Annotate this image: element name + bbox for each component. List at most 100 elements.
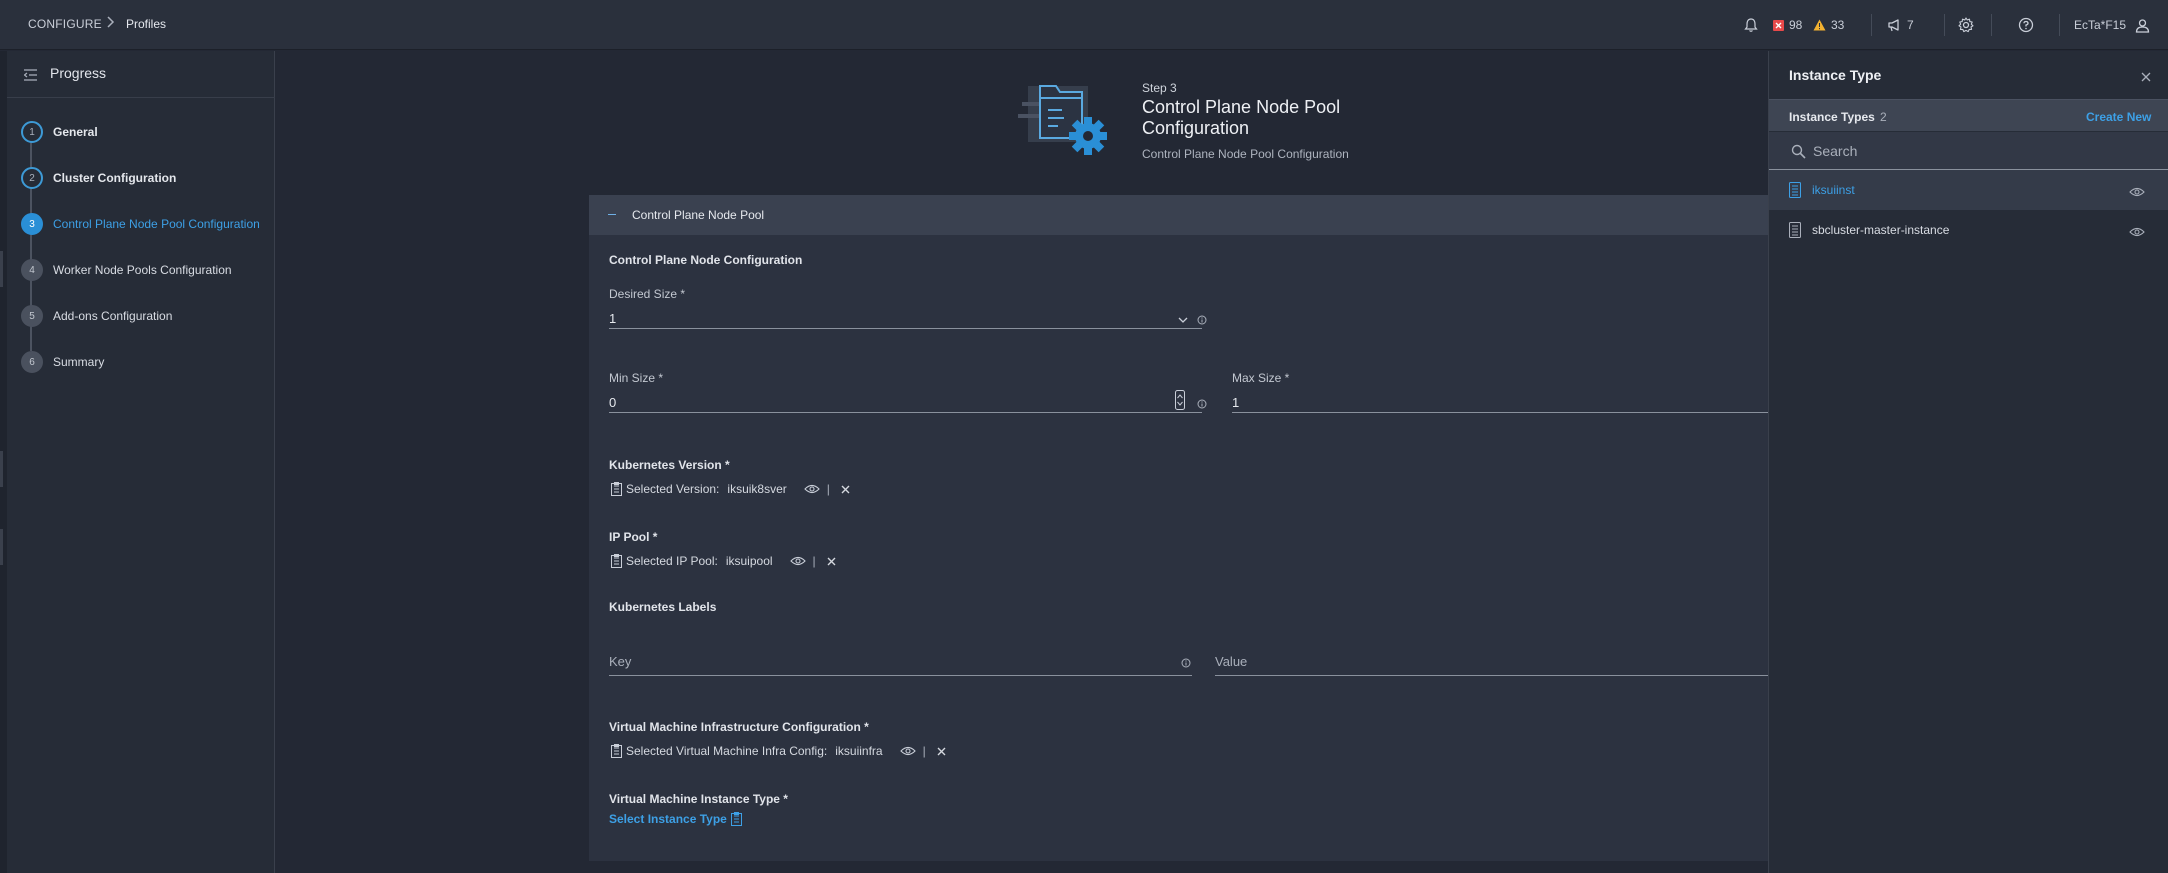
view-eye-icon[interactable] [803,484,820,494]
selected-ip-pool-prefix: Selected IP Pool: [626,554,718,568]
step-label: General [53,125,98,139]
left-edge-strip [0,51,7,873]
warning-count: 33 [1831,18,1845,32]
info-icon[interactable] [1197,312,1207,330]
divider: | [826,482,830,496]
instance-types-title: Instance Types [1789,110,1875,124]
ip-pool-label: IP Pool * [609,530,658,544]
page-subtitle: Control Plane Node Pool Configuration [1142,147,1349,161]
select-instance-type-link[interactable]: Select Instance Type [609,812,742,826]
clipboard-icon [611,482,622,496]
vm-infra-label: Virtual Machine Infrastructure Configura… [609,720,869,734]
step-label: Control Plane Node Pool Configuration [53,217,260,231]
collapse-icon[interactable] [608,214,616,215]
instance-item[interactable]: iksuiinst [1769,170,2168,210]
step-number: 6 [21,351,43,373]
selected-version-prefix: Selected Version: [626,482,720,496]
instance-type-panel: Instance Type Instance Types 2 Create Ne… [1768,51,2168,873]
step-number: 3 [21,213,43,235]
critical-count: 98 [1789,18,1803,32]
announcement-count: 7 [1907,18,1914,32]
announcements[interactable]: 7 [1887,15,1914,35]
step-number: 4 [21,259,43,281]
step-label: Worker Node Pools Configuration [53,263,232,277]
key-placeholder: Key [609,654,632,669]
info-icon[interactable] [1197,396,1207,414]
step-label: Add-ons Configuration [53,309,173,323]
ip-pool-selection: Selected IP Pool: iksuipool | [611,553,836,569]
remove-x-icon[interactable] [827,557,836,566]
instance-item[interactable]: sbcluster-master-instance [1769,210,2168,250]
desired-size-value: 1 [609,311,617,326]
warning-icon [1813,19,1826,31]
info-icon[interactable] [1181,655,1191,673]
user-name: EcTa*F15 [2074,18,2127,32]
panel-title: Instance Type [1789,67,1882,83]
progress-title: Progress [50,65,107,81]
remove-x-icon[interactable] [937,747,946,756]
critical-alarms[interactable]: 98 [1773,15,1802,35]
view-eye-icon[interactable] [2129,224,2145,242]
settings-gear-icon[interactable] [1958,15,1974,35]
selected-infra-value: iksuiinfra [835,744,883,758]
collapse-menu-icon[interactable] [23,68,38,86]
chevron-right-icon [105,15,115,32]
clipboard-icon [730,812,742,826]
user-icon [2135,18,2150,33]
clipboard-icon [611,744,622,758]
divider: | [922,744,926,758]
instance-types-count: 2 [1880,110,1887,124]
selected-version-value: iksuik8sver [727,482,787,496]
critical-icon [1773,19,1784,31]
top-bar: CONFIGURE Profiles 98 33 7 EcTa*F15 [0,0,2168,50]
step-number: 1 [21,121,43,143]
progress-header: Progress [7,51,275,98]
step-add-ons[interactable]: 5 Add-ons Configuration [7,305,275,329]
vm-infra-selection: Selected Virtual Machine Infra Config: i… [611,743,946,759]
breadcrumb-configure[interactable]: CONFIGURE [28,17,102,31]
divider: | [812,554,816,568]
megaphone-icon [1888,19,1899,32]
vm-instance-type-label: Virtual Machine Instance Type * [609,792,788,806]
progress-sidebar: Progress 1 General 2 Cluster Configurati… [7,51,275,873]
remove-x-icon[interactable] [841,485,850,494]
step-number: 2 [21,167,43,189]
instance-doc-icon [1789,222,1801,243]
panel-title: Control Plane Node Pool [632,208,765,222]
view-eye-icon[interactable] [899,746,916,756]
step-worker-node-pools[interactable]: 4 Worker Node Pools Configuration [7,259,275,283]
help-icon[interactable] [2018,15,2034,35]
kubernetes-version-selection: Selected Version: iksuik8sver | [611,481,850,497]
close-icon[interactable] [2141,69,2151,87]
panel-header[interactable]: Control Plane Node Pool [589,195,1771,235]
step-number: 5 [21,305,43,327]
selected-infra-prefix: Selected Virtual Machine Infra Config: [626,744,828,758]
step-general[interactable]: 1 General [7,121,275,145]
instance-name: iksuiinst [1812,183,1855,197]
select-instance-type-text: Select Instance Type [609,812,727,826]
search-icon [1791,144,1806,159]
create-new-button[interactable]: Create New [2086,110,2151,124]
search-box [1769,132,2168,170]
instance-name: sbcluster-master-instance [1812,223,1950,237]
search-input[interactable] [1813,141,2153,161]
step-label: Summary [53,355,105,369]
desired-size-label: Desired Size * [609,287,686,301]
step-label: Cluster Configuration [53,171,177,185]
control-plane-node-pool-panel: Control Plane Node Pool Control Plane No… [589,195,1771,861]
page-title: Control Plane Node Pool Configuration [1142,97,1341,138]
user-menu[interactable]: EcTa*F15 [2074,15,2150,35]
breadcrumb-profiles: Profiles [126,17,167,31]
step-summary[interactable]: 6 Summary [7,351,275,375]
notifications-bell-icon[interactable] [1744,15,1758,35]
clipboard-icon [611,554,622,568]
section-title: Control Plane Node Configuration [609,253,803,267]
step-control-plane[interactable]: 3 Control Plane Node Pool Configuration [7,213,275,237]
step-cluster-configuration[interactable]: 2 Cluster Configuration [7,167,275,191]
kubernetes-labels-label: Kubernetes Labels [609,600,717,614]
min-size-label: Min Size * [609,371,664,385]
folder-gear-illustration-icon [1018,80,1118,165]
view-eye-icon[interactable] [789,556,806,566]
warning-alarms[interactable]: 33 [1813,15,1844,35]
view-eye-icon[interactable] [2129,184,2145,202]
